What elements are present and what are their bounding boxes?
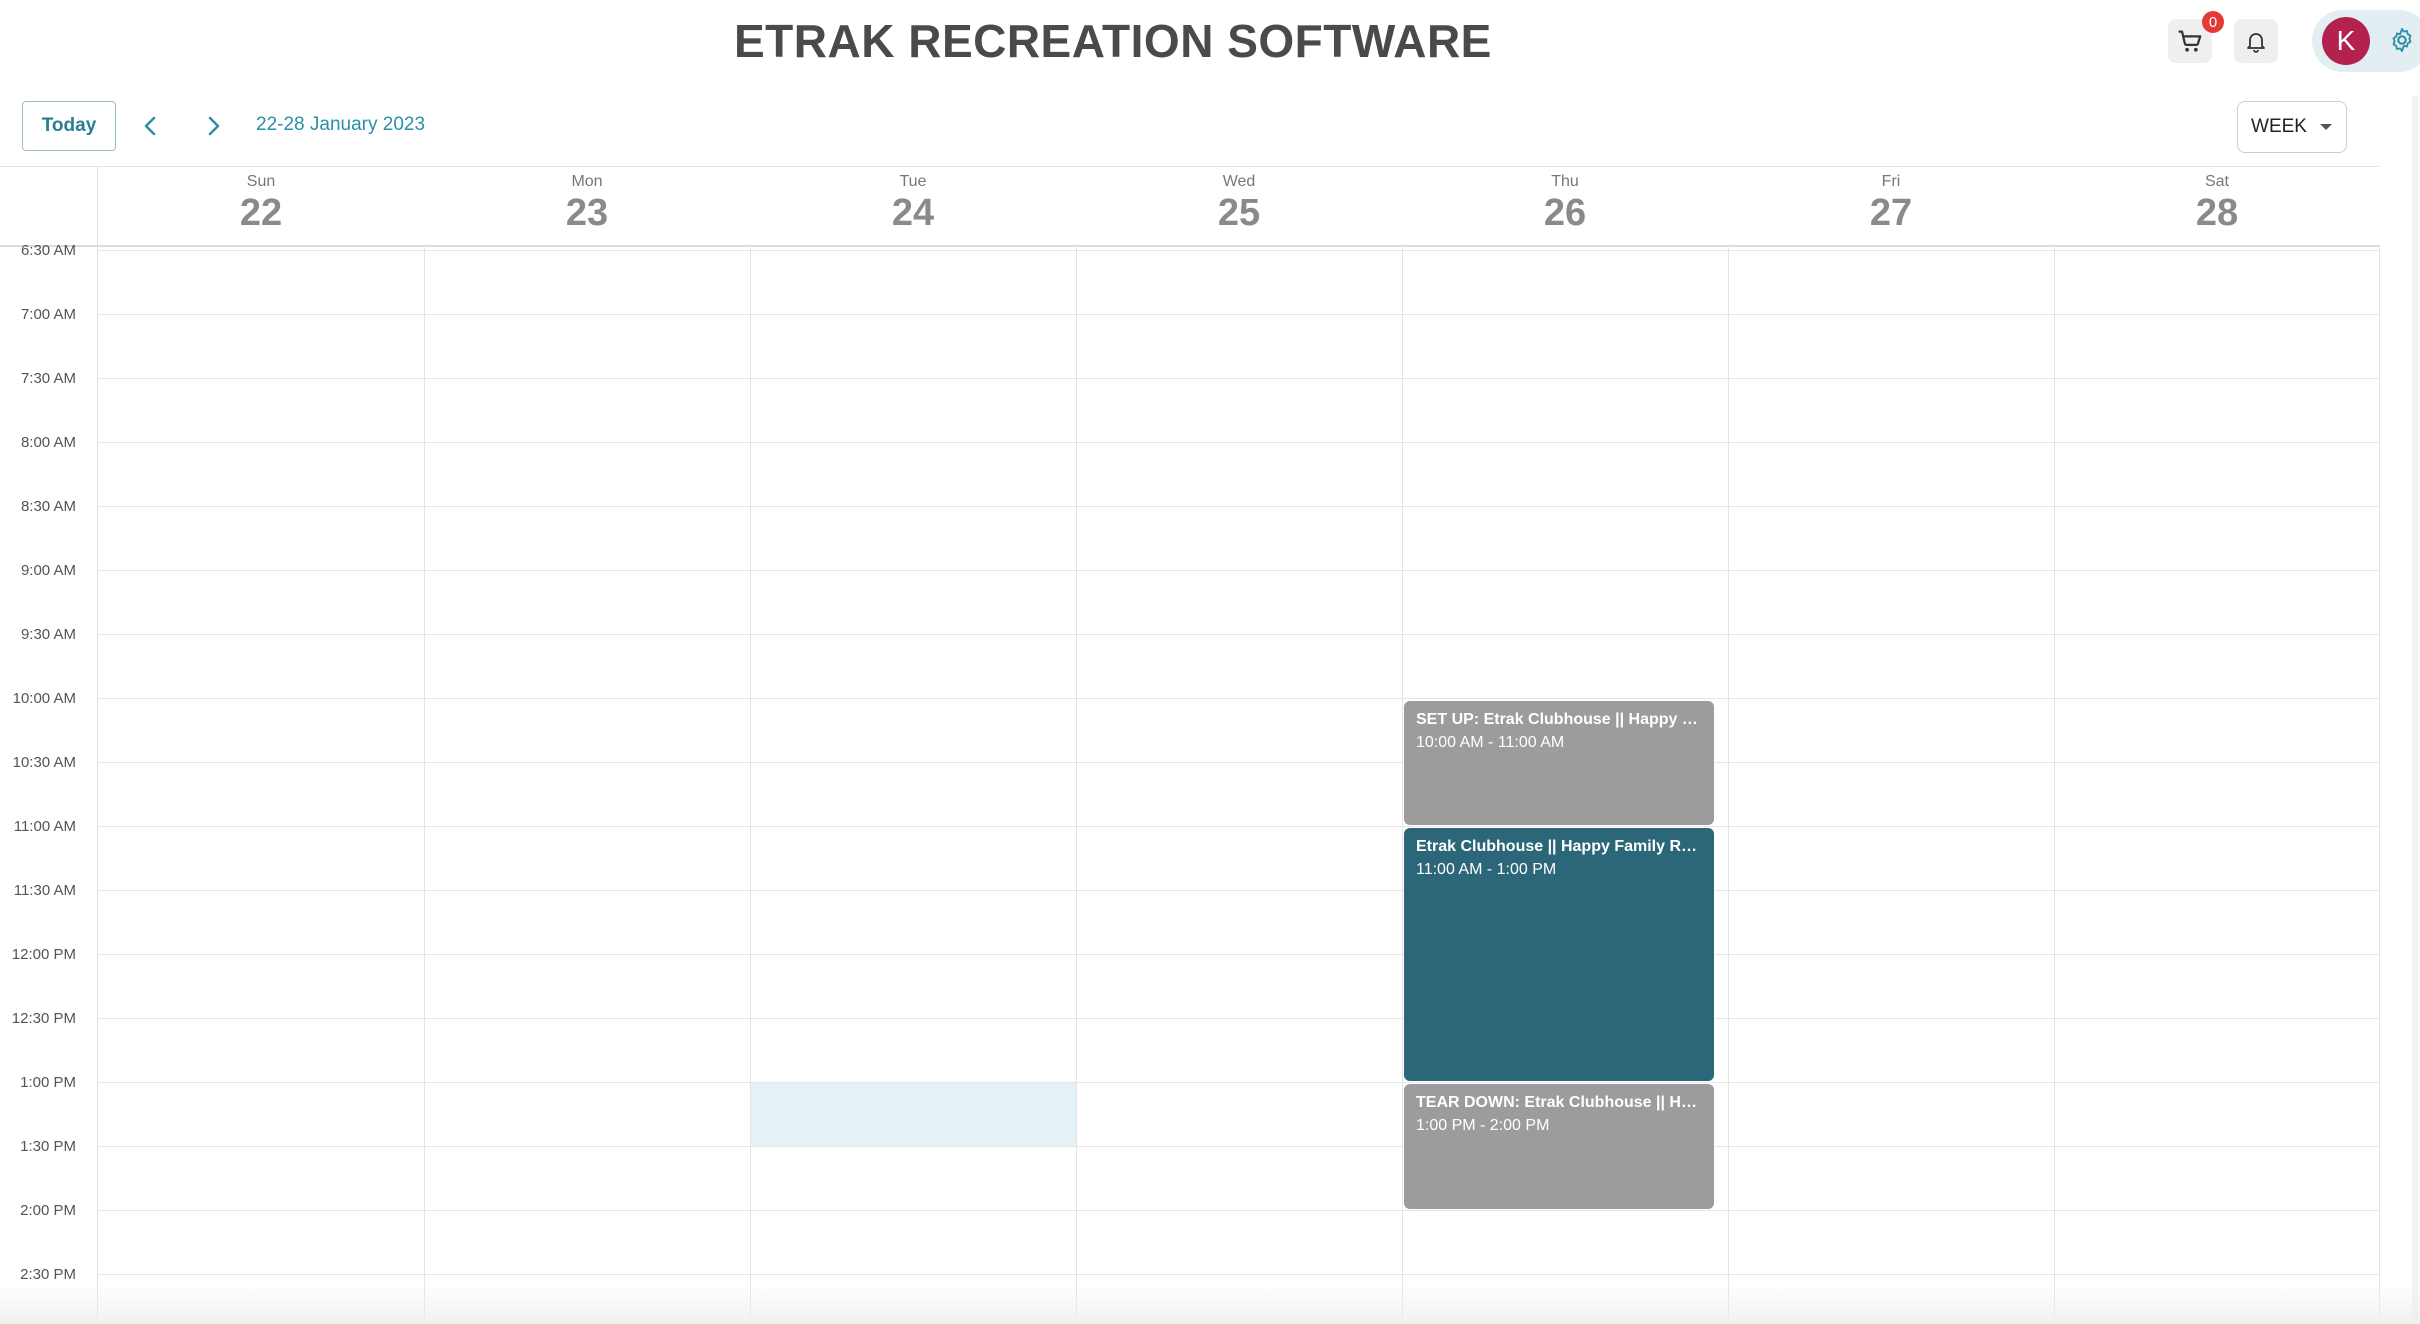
event-time: 11:00 AM - 1:00 PM [1416, 861, 1557, 878]
time-label: 12:00 PM [11, 946, 76, 963]
selected-time-slot[interactable] [751, 1083, 1076, 1146]
grid-column-line [1728, 246, 1729, 1324]
grid-column-line [2379, 246, 2380, 1324]
grid-column-line [424, 246, 425, 1324]
time-label: 1:30 PM [20, 1138, 76, 1155]
week-day-header: Sun 22 Mon 23 Tue 24 Wed 25 Thu 26 Fri 2… [0, 166, 2380, 247]
grid-row-line [98, 1018, 2380, 1019]
chevron-right-icon [208, 116, 220, 136]
grid-row-line [98, 506, 2380, 507]
grid-row-line [98, 378, 2380, 379]
day-header-thu[interactable]: Thu 26 [1402, 167, 1728, 245]
grid-row-line [98, 634, 2380, 635]
day-number: 27 [1869, 192, 1913, 234]
event-title: SET UP: Etrak Clubhouse || Happy Fa... [1416, 711, 1702, 728]
grid-row-line [98, 1082, 2380, 1083]
day-name: Thu [1551, 173, 1579, 190]
grid-row-line [98, 570, 2380, 571]
calendar-toolbar: Today 22-28 January 2023 WEEK [0, 96, 2380, 158]
time-label: 8:00 AM [20, 434, 76, 451]
day-number: 26 [1543, 192, 1587, 234]
day-number: 23 [565, 192, 609, 234]
day-number: 22 [239, 192, 283, 234]
time-label: 10:00 AM [12, 690, 76, 707]
avatar[interactable]: K [2322, 17, 2370, 65]
day-number: 24 [891, 192, 935, 234]
top-bar: ETRAK RECREATION SOFTWARE 0 K [0, 0, 2420, 90]
time-label: 9:00 AM [20, 562, 76, 579]
day-header-wed[interactable]: Wed 25 [1076, 167, 1402, 245]
day-name: Mon [571, 173, 603, 190]
day-header-fri[interactable]: Fri 27 [1728, 167, 2054, 245]
grid-column-line [1076, 246, 1077, 1324]
next-week-button[interactable] [200, 110, 228, 142]
time-label: 2:30 PM [20, 1266, 76, 1283]
shopping-cart-icon [2178, 30, 2202, 52]
settings-button[interactable] [2384, 22, 2420, 58]
view-selector[interactable]: WEEK [2237, 101, 2347, 153]
time-label: 11:00 AM [13, 818, 76, 835]
day-name: Fri [1881, 173, 1901, 190]
today-button[interactable]: Today [22, 101, 116, 151]
time-label: 1:00 PM [20, 1074, 76, 1091]
day-header-mon[interactable]: Mon 23 [424, 167, 750, 245]
date-range-label: 22-28 January 2023 [256, 114, 426, 135]
event-teardown[interactable]: TEAR DOWN: Etrak Clubhouse || Happ... 1:… [1404, 1084, 1714, 1209]
week-time-grid[interactable]: 6:30 AM 7:00 AM 7:30 AM 8:00 AM 8:30 AM … [0, 166, 2380, 1324]
grid-row-line [98, 442, 2380, 443]
grid-row-line [98, 890, 2380, 891]
day-name: Sat [2204, 173, 2229, 190]
grid-row-line [98, 698, 2380, 699]
day-number: 25 [1217, 192, 1261, 234]
view-selector-label: WEEK [2251, 116, 2307, 137]
grid-row-line [98, 1146, 2380, 1147]
time-label: 6:30 AM [20, 242, 76, 259]
time-label: 9:30 AM [20, 626, 76, 643]
time-label: 7:00 AM [20, 306, 76, 323]
previous-week-button[interactable] [136, 110, 164, 142]
day-name: Wed [1222, 173, 1256, 190]
cart-count-badge: 0 [2202, 11, 2224, 33]
grid-row-line [98, 1210, 2380, 1211]
time-label: 11:30 AM [13, 882, 76, 899]
day-name: Tue [899, 173, 927, 190]
event-setup[interactable]: SET UP: Etrak Clubhouse || Happy Fa... 1… [1404, 701, 1714, 825]
time-label: 2:00 PM [20, 1202, 76, 1219]
page-scrollbar[interactable] [2412, 96, 2418, 1324]
grid-row-line [98, 826, 2380, 827]
time-label: 12:30 PM [11, 1010, 76, 1027]
notifications-button[interactable] [2234, 19, 2278, 63]
event-title: Etrak Clubhouse || Happy Family Rese... [1416, 838, 1702, 855]
chevron-left-icon [144, 116, 156, 136]
grid-column-line [2054, 246, 2055, 1324]
grid-column-line [750, 246, 751, 1324]
grid-row-line [98, 314, 2380, 315]
gear-icon [2392, 27, 2412, 53]
bottom-fade [0, 1284, 2420, 1324]
day-number: 28 [2195, 192, 2239, 234]
day-header-sat[interactable]: Sat 28 [2054, 167, 2380, 245]
day-name: Sun [246, 173, 276, 190]
grid-row-line [98, 250, 2380, 251]
time-label: 7:30 AM [20, 370, 76, 387]
day-header-sun[interactable]: Sun 22 [98, 167, 424, 245]
time-label: 10:30 AM [12, 754, 76, 771]
day-header-tue[interactable]: Tue 24 [750, 167, 1076, 245]
event-reservation[interactable]: Etrak Clubhouse || Happy Family Rese... … [1404, 828, 1714, 1081]
grid-row-line [98, 762, 2380, 763]
app-title: ETRAK RECREATION SOFTWARE [734, 15, 1492, 67]
event-title: TEAR DOWN: Etrak Clubhouse || Happ... [1416, 1094, 1702, 1111]
grid-row-line [98, 1274, 2380, 1275]
grid-column-line [1402, 246, 1403, 1324]
event-time: 1:00 PM - 2:00 PM [1416, 1117, 1550, 1134]
time-label: 8:30 AM [20, 498, 76, 515]
time-gutter-divider [97, 166, 98, 1324]
grid-row-line [98, 954, 2380, 955]
event-time: 10:00 AM - 11:00 AM [1416, 734, 1565, 751]
caret-down-icon [2319, 124, 2332, 130]
bell-icon [2247, 33, 2265, 53]
